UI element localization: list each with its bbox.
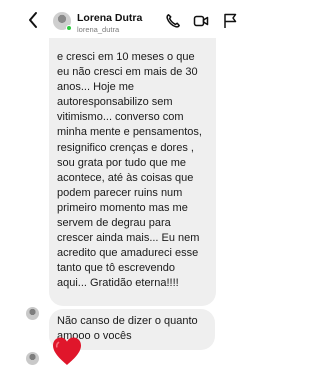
message-line: acontece, até às coisas que xyxy=(57,171,194,184)
sender-avatar[interactable] xyxy=(26,307,39,320)
flag-icon[interactable] xyxy=(222,13,238,29)
message-line: eu não cresci em mais de 30 xyxy=(57,66,198,79)
back-arrow-icon[interactable] xyxy=(26,10,40,30)
message-line: acredito que amadureci esse xyxy=(57,247,199,260)
message-line: crescer ainda mais... Eu nem xyxy=(57,232,200,245)
message-line: servem de degrau para xyxy=(57,217,171,230)
phone-icon[interactable] xyxy=(165,13,181,29)
message-line: aqui... Gratidão eterna!!!! xyxy=(57,277,179,290)
sender-avatar[interactable] xyxy=(26,352,39,365)
message-line: vitimismo... converso com xyxy=(57,111,184,124)
message-line: anos... Hoje me xyxy=(57,81,135,94)
message-line: primeiro momento mas me xyxy=(57,201,188,214)
message-line: sou grata por tudo que me xyxy=(57,156,187,169)
message-line: podem parecer ruins num xyxy=(57,186,183,199)
contact-handle[interactable]: lorena_dutra xyxy=(77,25,119,34)
message-line: minha mente e pensamentos, xyxy=(57,126,202,139)
message-line: e cresci em 10 meses o que xyxy=(57,51,195,63)
message-line: tanto que tô escrevendo xyxy=(57,262,176,275)
chat-header: Lorena Dutra lorena_dutra xyxy=(0,0,270,38)
red-heart-icon[interactable] xyxy=(50,334,84,368)
message-line: resignifico crenças e dores , xyxy=(57,141,194,154)
contact-name[interactable]: Lorena Dutra xyxy=(77,12,142,24)
online-status-dot xyxy=(66,25,72,31)
video-call-icon[interactable] xyxy=(193,13,209,29)
message-line: autoresponsabilizo sem xyxy=(57,96,173,109)
contact-avatar[interactable] xyxy=(53,12,72,31)
message-line: Não canso de dizer o quanto xyxy=(57,315,198,327)
message-bubble[interactable]: e cresci em 10 meses o que eu não cresci… xyxy=(49,38,216,306)
